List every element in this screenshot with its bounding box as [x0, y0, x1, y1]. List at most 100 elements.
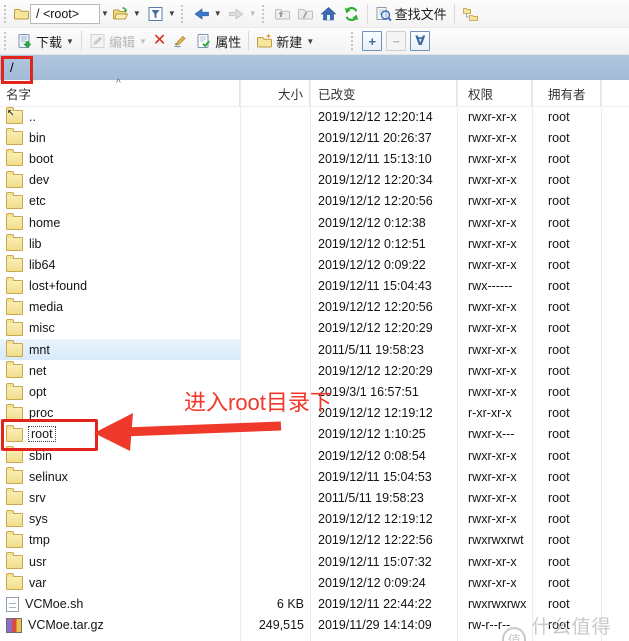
file-rights: rwxr-xr-x [457, 321, 532, 335]
back-caret-icon[interactable]: ▼ [214, 9, 222, 18]
synchronize-browsing-button[interactable] [459, 4, 482, 24]
file-name: var [29, 576, 46, 590]
file-rights: rwxr-xr-x [457, 237, 532, 251]
file-type-icon [6, 280, 23, 294]
toolbar-separator [454, 4, 455, 24]
filter-icon [147, 6, 164, 22]
file-type-icon [6, 301, 23, 315]
filter-button[interactable]: ▼ [144, 4, 179, 24]
table-row[interactable]: sys 2019/12/12 12:19:12 rwxr-xr-x root [0, 509, 629, 530]
table-row[interactable]: .. 2019/12/12 12:20:14 rwxr-xr-x root [0, 106, 629, 127]
edit-caret-icon[interactable]: ▼ [139, 37, 147, 46]
forward-caret-icon[interactable]: ▼ [249, 9, 257, 18]
root-directory-button[interactable] [294, 4, 317, 24]
file-changed: 2019/12/12 12:20:29 [310, 321, 457, 335]
table-row[interactable]: tmp 2019/12/12 12:22:56 rwxrwxrwt root [0, 530, 629, 551]
file-name: tmp [29, 533, 50, 547]
parent-directory-button[interactable] [271, 4, 294, 24]
edit-button[interactable]: 编辑 ▼ [86, 30, 150, 53]
file-name: lib [29, 237, 42, 251]
table-row[interactable]: misc 2019/12/12 12:20:29 rwxr-xr-x root [0, 318, 629, 339]
table-row[interactable]: selinux 2019/12/11 15:04:53 rwxr-xr-x ro… [0, 466, 629, 487]
table-row[interactable]: lib64 2019/12/12 0:09:22 rwxr-xr-x root [0, 254, 629, 275]
toolbar-gripper[interactable] [181, 5, 186, 23]
file-rights: rwxr-xr-x [457, 470, 532, 484]
table-row[interactable]: dev 2019/12/12 12:20:34 rwxr-xr-x root [0, 170, 629, 191]
file-owner: root [532, 470, 601, 484]
file-rights: rwxr-xr-x [457, 152, 532, 166]
find-files-button[interactable]: 查找文件 [372, 2, 450, 25]
column-header-changed[interactable]: 已改变 [310, 80, 457, 106]
toolbar-gripper[interactable] [4, 5, 9, 23]
table-row[interactable]: net 2019/12/12 12:20:29 rwxr-xr-x root [0, 360, 629, 381]
home-button[interactable] [317, 4, 340, 24]
table-row[interactable]: mnt 2011/5/11 19:58:23 rwxr-xr-x root [0, 339, 629, 360]
table-row[interactable]: var 2019/12/12 0:09:24 rwxr-xr-x root [0, 572, 629, 593]
toolbar-gripper[interactable] [262, 5, 267, 23]
file-type-icon [6, 195, 23, 209]
new-button[interactable]: 新建 ▼ [253, 30, 317, 53]
file-changed: 2019/12/11 15:13:10 [310, 152, 457, 166]
file-owner: root [532, 364, 601, 378]
file-rights: rwxr-xr-x [457, 576, 532, 590]
directory-combo-caret-icon[interactable]: ▼ [101, 9, 109, 18]
increase-selection-button[interactable]: + [362, 31, 382, 51]
rename-button[interactable] [169, 31, 192, 51]
file-owner: root [532, 597, 601, 611]
table-row[interactable]: usr 2019/12/11 15:07:32 rwxr-xr-x root [0, 551, 629, 572]
file-changed: 2019/12/12 12:20:29 [310, 364, 457, 378]
file-changed: 2019/12/11 15:04:53 [310, 470, 457, 484]
file-owner: root [532, 152, 601, 166]
download-caret-icon[interactable]: ▼ [66, 37, 74, 46]
table-row[interactable]: srv 2011/5/11 19:58:23 rwxr-xr-x root [0, 487, 629, 508]
download-label: 下载 [36, 32, 62, 51]
toolbar-gripper[interactable] [4, 32, 9, 50]
delete-button[interactable]: ✕ [150, 31, 169, 51]
panel-path-bar[interactable]: / [0, 54, 629, 80]
file-type-icon [6, 618, 22, 633]
sync-folders-icon [462, 6, 479, 22]
file-changed: 2019/11/29 14:14:09 [310, 618, 457, 632]
table-row[interactable]: etc 2019/12/12 12:20:56 rwxr-xr-x root [0, 191, 629, 212]
filter-caret-icon[interactable]: ▼ [168, 9, 176, 18]
forward-button[interactable]: ▼ [225, 4, 260, 24]
back-arrow-icon [193, 6, 210, 22]
file-type-icon [6, 322, 23, 336]
file-name: opt [29, 385, 46, 399]
file-name: bin [29, 131, 46, 145]
file-changed: 2019/12/12 0:08:54 [310, 449, 457, 463]
refresh-button[interactable] [340, 4, 363, 24]
table-row[interactable]: lost+found 2019/12/11 15:04:43 rwx------… [0, 276, 629, 297]
directory-combo[interactable]: / <root> [30, 4, 100, 24]
find-files-icon [375, 6, 392, 22]
file-commands-toolbar: 下载 ▼ 编辑 ▼ ✕ [0, 27, 629, 54]
decrease-selection-button[interactable]: − [386, 31, 406, 51]
file-owner: root [532, 131, 601, 145]
selection-filter-button[interactable]: ∀ [410, 31, 430, 51]
refresh-icon [343, 6, 360, 22]
download-button[interactable]: 下载 ▼ [13, 30, 77, 53]
back-button[interactable]: ▼ [190, 4, 225, 24]
column-grid-line [310, 80, 311, 641]
open-directory-caret-icon[interactable]: ▼ [133, 9, 141, 18]
file-owner: root [532, 427, 601, 441]
file-name: lib64 [29, 258, 55, 272]
table-row[interactable]: lib 2019/12/12 0:12:51 rwxr-xr-x root [0, 233, 629, 254]
column-header-owner[interactable]: 拥有者 [532, 80, 601, 106]
file-changed: 2019/12/12 12:20:34 [310, 173, 457, 187]
column-header-size[interactable]: 大小 [240, 80, 310, 106]
table-row[interactable]: boot 2019/12/11 15:13:10 rwxr-xr-x root [0, 148, 629, 169]
file-owner: root [532, 343, 601, 357]
properties-button[interactable]: 属性 [192, 30, 244, 53]
toolbar-gripper[interactable] [351, 32, 356, 50]
column-header-rights[interactable]: 权限 [457, 80, 532, 106]
table-row[interactable]: media 2019/12/12 12:20:56 rwxr-xr-x root [0, 297, 629, 318]
new-caret-icon[interactable]: ▼ [306, 37, 314, 46]
table-row[interactable]: home 2019/12/12 0:12:38 rwxr-xr-x root [0, 212, 629, 233]
table-row[interactable]: bin 2019/12/11 20:26:37 rwxr-xr-x root [0, 127, 629, 148]
annotation-box-root [1, 419, 98, 451]
parent-folder-icon [274, 6, 291, 22]
open-directory-button[interactable]: ▼ [109, 4, 144, 24]
file-name: VCMoe.tar.gz [28, 618, 104, 632]
annotation-box-path [1, 56, 33, 84]
